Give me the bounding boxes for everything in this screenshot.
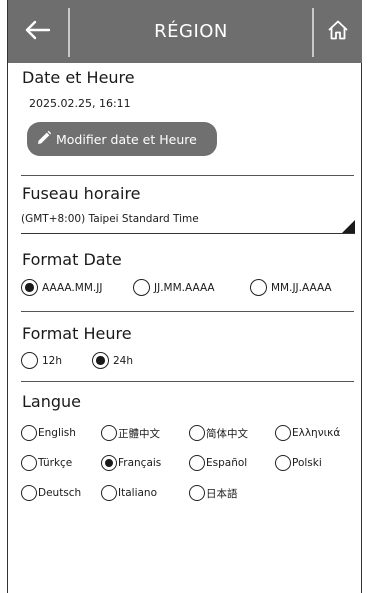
time-format-option-label: 24h (113, 354, 134, 367)
language-option-label: 正體中文 (118, 427, 160, 440)
divider (21, 175, 354, 176)
timezone-value: (GMT+8:00) Taipei Standard Time (21, 213, 199, 225)
radio-unchecked-icon (21, 485, 37, 501)
language-option-traditional-chinese[interactable]: 正體中文 (101, 425, 160, 441)
screen-frame (7, 0, 362, 593)
language-option-italian[interactable]: Italiano (101, 485, 157, 501)
timezone-section-title: Fuseau horaire (22, 184, 141, 203)
radio-unchecked-icon (275, 455, 291, 471)
radio-checked-icon (92, 352, 109, 369)
radio-unchecked-icon (133, 279, 150, 296)
language-option-greek[interactable]: Ελληνικά (275, 425, 340, 441)
language-option-label: Türkçe (38, 457, 73, 469)
language-option-polish[interactable]: Polski (275, 455, 322, 471)
radio-unchecked-icon (21, 352, 38, 369)
home-button[interactable] (314, 0, 362, 63)
modify-datetime-button[interactable]: Modifier date et Heure (27, 122, 217, 156)
current-datetime: 2025.02.25, 16:11 (29, 97, 131, 110)
language-option-label: Polski (292, 457, 322, 469)
radio-unchecked-icon (189, 455, 205, 471)
radio-unchecked-icon (21, 425, 37, 441)
date-format-option-mm-jj-aaaa[interactable]: MM.JJ.AAAA (250, 279, 332, 296)
language-option-label: Français (118, 457, 162, 469)
language-option-label: Deutsch (38, 487, 82, 499)
radio-unchecked-icon (189, 425, 205, 441)
language-section-title: Langue (22, 392, 81, 411)
date-format-option-jj-mm-aaaa[interactable]: JJ.MM.AAAA (133, 279, 215, 296)
time-format-option-12h[interactable]: 12h (21, 352, 62, 369)
header-bar: RÉGION (8, 0, 362, 63)
radio-unchecked-icon (21, 455, 37, 471)
language-option-label: Italiano (118, 487, 157, 499)
time-format-option-label: 12h (42, 354, 63, 367)
modify-datetime-label: Modifier date et Heure (56, 131, 197, 147)
arrow-left-icon (25, 20, 51, 44)
language-option-japanese[interactable]: 日本語 (189, 485, 238, 501)
back-button[interactable] (8, 0, 68, 63)
dropdown-corner-icon (342, 220, 355, 233)
language-option-english[interactable]: English (21, 425, 76, 441)
radio-unchecked-icon (101, 485, 117, 501)
date-format-option-label: AAAA.MM.JJ (42, 281, 103, 294)
date-format-option-aaaa-mm-jj[interactable]: AAAA.MM.JJ (21, 279, 102, 296)
radio-checked-icon (21, 279, 38, 296)
language-option-label: 日本語 (206, 487, 238, 500)
divider (21, 311, 354, 312)
page-title: RÉGION (154, 21, 228, 42)
date-format-option-label: JJ.MM.AAAA (154, 281, 215, 294)
time-format-section-title: Format Heure (22, 324, 132, 343)
radio-checked-icon (101, 455, 117, 471)
language-option-french[interactable]: Français (101, 455, 161, 471)
language-option-german[interactable]: Deutsch (21, 485, 81, 501)
radio-unchecked-icon (189, 485, 205, 501)
language-option-label: Español (206, 457, 248, 469)
language-option-label: English (38, 427, 76, 439)
time-format-option-24h[interactable]: 24h (92, 352, 133, 369)
language-option-turkish[interactable]: Türkçe (21, 455, 72, 471)
date-format-section-title: Format Date (22, 250, 122, 269)
radio-unchecked-icon (101, 425, 117, 441)
radio-unchecked-icon (250, 279, 267, 296)
divider (21, 381, 354, 382)
language-option-label: 简体中文 (206, 427, 248, 440)
language-option-label: Ελληνικά (292, 427, 341, 439)
timezone-dropdown[interactable]: (GMT+8:00) Taipei Standard Time (21, 209, 355, 234)
datetime-section-title: Date et Heure (22, 68, 135, 87)
radio-unchecked-icon (275, 425, 291, 441)
date-format-option-label: MM.JJ.AAAA (271, 281, 332, 294)
pencil-icon (36, 130, 56, 149)
language-option-simplified-chinese[interactable]: 简体中文 (189, 425, 248, 441)
home-icon (327, 19, 349, 45)
language-option-spanish[interactable]: Español (189, 455, 247, 471)
